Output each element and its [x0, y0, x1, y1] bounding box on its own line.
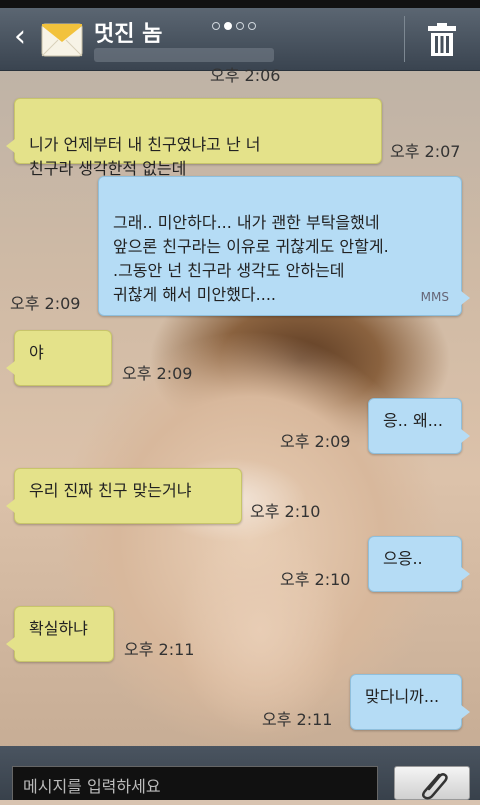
page-dot	[236, 22, 244, 30]
message-time: 오후 2:10	[250, 502, 321, 521]
incoming-message-bubble[interactable]: 우리 진짜 친구 맞는거냐	[6, 468, 242, 524]
message-time: 오후 2:09	[10, 294, 81, 313]
message-time: 오후 2:11	[262, 710, 333, 729]
message-text: 야	[29, 343, 44, 362]
message-text: 으응..	[383, 549, 423, 568]
mms-badge: MMS	[420, 290, 449, 304]
message-time: 오후 2:07	[390, 142, 461, 161]
chevron-left-icon: ‹	[14, 19, 26, 54]
incoming-message-bubble[interactable]: 야	[6, 330, 112, 386]
header-divider	[404, 16, 405, 62]
status-bar	[0, 0, 480, 8]
paperclip-icon	[422, 773, 448, 800]
incoming-message-bubble[interactable]: 니가 언제부터 내 친구였냐고 난 너 친구라 생각한적 없는데	[6, 98, 382, 178]
message-time: 오후 2:10	[280, 570, 351, 589]
message-time: 오후 2:09	[280, 432, 351, 451]
outgoing-message-bubble[interactable]: 맞다니까...	[350, 674, 470, 730]
message-input[interactable]: 메시지를 입력하세요	[12, 766, 378, 800]
trash-icon[interactable]	[424, 22, 460, 58]
contact-name: 멋진 놈	[94, 22, 163, 47]
message-text: 맞다니까...	[365, 687, 440, 706]
page-dot	[212, 22, 220, 30]
back-button[interactable]: ‹	[6, 20, 34, 54]
page-dot-active	[224, 22, 232, 30]
message-text: 확실하냐	[29, 619, 88, 638]
page-dot	[248, 22, 256, 30]
compose-bar: 메시지를 입력하세요	[0, 746, 480, 800]
incoming-message-bubble[interactable]: 확실하냐	[6, 606, 114, 662]
message-time: 오후 2:06	[210, 66, 281, 85]
attach-button[interactable]	[394, 766, 470, 800]
page-indicator	[212, 22, 256, 30]
contact-number-blurred	[94, 48, 274, 62]
message-time: 오후 2:11	[124, 640, 195, 659]
envelope-icon	[41, 23, 83, 57]
message-text: 우리 진짜 친구 맞는거냐	[29, 481, 192, 500]
message-input-placeholder: 메시지를 입력하세요	[23, 777, 161, 796]
message-time: 오후 2:09	[122, 364, 193, 383]
message-text: 응.. 왜...	[383, 411, 443, 430]
outgoing-message-bubble[interactable]: 그래.. 미안하다... 내가 괜한 부탁을했네 앞으론 친구라는 이유로 귀찮…	[98, 176, 470, 316]
outgoing-message-bubble[interactable]: 응.. 왜...	[368, 398, 470, 454]
outgoing-message-bubble[interactable]: 으응..	[368, 536, 470, 592]
message-text: 그래.. 미안하다... 내가 괜한 부탁을했네 앞으론 친구라는 이유로 귀찮…	[113, 213, 389, 304]
